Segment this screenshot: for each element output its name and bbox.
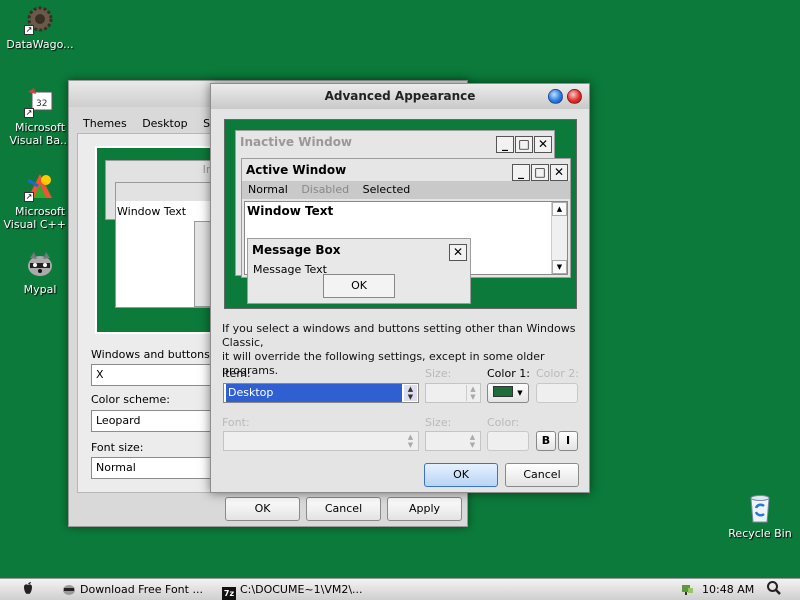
- dialog-title: Advanced Appearance: [211, 84, 589, 109]
- message-box-ok-button[interactable]: OK: [323, 274, 395, 298]
- close-icon: ✕: [534, 136, 552, 153]
- gear-icon: ↗: [24, 3, 56, 35]
- font-label: Font:: [222, 416, 250, 429]
- font-size-label: Font size:: [91, 441, 144, 454]
- 7zip-icon: 7z: [222, 587, 236, 600]
- font-color-label: Color:: [487, 416, 520, 429]
- updown-arrow-icon: ▲ ▼: [469, 433, 476, 449]
- scroll-down-icon[interactable]: ▼: [552, 260, 567, 274]
- raccoon-icon: [24, 248, 56, 280]
- preview-inactive-caption-buttons: _ □ ✕: [495, 133, 552, 155]
- bold-button[interactable]: B: [536, 431, 556, 451]
- apply-button[interactable]: Apply: [387, 497, 462, 521]
- ok-button[interactable]: OK: [424, 463, 498, 487]
- preview-menu-disabled[interactable]: Disabled: [301, 183, 349, 196]
- shortcut-arrow-icon: ↗: [24, 25, 34, 35]
- font-select[interactable]: ▲ ▼: [223, 431, 419, 451]
- font-color-picker-button[interactable]: [487, 431, 529, 451]
- color1-swatch: [493, 386, 514, 397]
- scroll-up-icon[interactable]: ▲: [552, 202, 567, 216]
- item-label: Item:: [222, 367, 251, 380]
- italic-button[interactable]: I: [558, 431, 578, 451]
- item-select[interactable]: Desktop ▲ ▼: [223, 383, 419, 403]
- settings-note-line: If you select a windows and buttons sett…: [222, 322, 576, 349]
- taskbar-item-browser[interactable]: Download Free Font ...: [62, 579, 203, 600]
- desktop-icon-datawagon[interactable]: ↗ DataWago...: [0, 3, 80, 51]
- close-button-icon[interactable]: [567, 89, 582, 104]
- color2-picker-button[interactable]: [536, 383, 578, 403]
- close-icon: ✕: [550, 164, 568, 181]
- minimize-icon: _: [512, 164, 530, 181]
- font-size-select[interactable]: Normal: [91, 457, 221, 479]
- apple-logo-icon: [24, 582, 32, 594]
- recycle-bin-icon: [744, 492, 776, 524]
- help-button-icon[interactable]: [548, 89, 563, 104]
- preview-message-box[interactable]: Message Box ✕ Message Text OK: [247, 238, 471, 304]
- item-select-value: Desktop: [226, 384, 402, 402]
- updown-arrow-icon: ▲ ▼: [404, 385, 417, 401]
- visual-basic-icon: 32 ↗: [24, 86, 56, 118]
- close-icon: ✕: [449, 244, 467, 261]
- font-size-select[interactable]: ▲ ▼: [425, 431, 481, 451]
- taskbar-item-7zip[interactable]: 7z C:\DOCUME~1\VM2\...: [222, 579, 363, 600]
- ok-button[interactable]: OK: [225, 497, 300, 521]
- size-label: Size:: [425, 367, 452, 380]
- minimize-icon: _: [496, 136, 514, 153]
- message-box-titlebar: Message Box ✕: [248, 239, 470, 261]
- windows-and-buttons-select[interactable]: X: [91, 364, 221, 386]
- shortcut-arrow-icon: ↗: [24, 192, 34, 202]
- tab-desktop[interactable]: Desktop: [136, 115, 193, 132]
- taskbar-item-label: C:\DOCUME~1\VM2\...: [240, 583, 363, 596]
- preview-active-caption-buttons: _ □ ✕: [511, 161, 568, 183]
- desktop-icon-recycle-bin[interactable]: Recycle Bin: [720, 492, 800, 540]
- taskbar-item-label: Download Free Font ...: [80, 583, 203, 596]
- preview-window-text: Window Text: [247, 204, 334, 218]
- maximize-icon: □: [531, 164, 549, 181]
- preview-inactive-title: Inactive Window: [240, 135, 353, 149]
- svg-text:32: 32: [36, 99, 47, 109]
- color1-label: Color 1:: [487, 367, 530, 380]
- preview-menu-selected[interactable]: Selected: [363, 183, 411, 196]
- preview-scrollbar[interactable]: ▲ ▼: [551, 202, 567, 274]
- shortcut-arrow-icon: ↗: [24, 108, 34, 118]
- start-button[interactable]: [20, 579, 40, 600]
- dialog-title-text: Advanced Appearance: [324, 89, 476, 103]
- windows-and-buttons-label: Windows and buttons:: [91, 348, 214, 361]
- color-scheme-label: Color scheme:: [91, 393, 170, 406]
- color2-label: Color 2:: [536, 367, 579, 380]
- updown-arrow-icon: ▲ ▼: [407, 433, 414, 449]
- maximize-icon: □: [515, 136, 533, 153]
- appearance-preview[interactable]: Inactive Window _ □ ✕ Active Window _ □ ✕ No…: [224, 119, 577, 309]
- preview-active-titlebar: Active Window _ □ ✕: [242, 159, 570, 181]
- desktop-icon-label: Recycle Bin: [728, 527, 792, 540]
- font-size-label: Size:: [425, 416, 452, 429]
- visual-cpp-icon: ↗: [24, 170, 56, 202]
- message-box-title: Message Box: [252, 243, 341, 257]
- desktop-icon-label: DataWago...: [6, 38, 74, 51]
- color-scheme-select[interactable]: Leopard: [91, 410, 221, 432]
- clock[interactable]: 10:48 AM: [702, 579, 754, 600]
- preview-inactive-titlebar: Inactive Window _ □ ✕: [236, 131, 554, 153]
- advanced-appearance-dialog[interactable]: Advanced Appearance Inactive Window _ □ ✕ …: [210, 83, 590, 493]
- color1-picker-button[interactable]: ▼: [487, 383, 529, 403]
- cancel-button[interactable]: Cancel: [306, 497, 381, 521]
- taskbar: Download Free Font ... 7z C:\DOCUME~1\VM2…: [0, 578, 800, 600]
- preview-active-title: Active Window: [246, 163, 347, 177]
- size-spinner[interactable]: ▲ ▼: [425, 383, 481, 403]
- search-icon[interactable]: [766, 579, 782, 600]
- message-box-caption-buttons: ✕: [448, 241, 467, 263]
- raccoon-icon: [62, 582, 76, 596]
- preview-menu-bar: Normal Disabled Selected: [242, 181, 570, 199]
- tray-network-icon[interactable]: [680, 579, 694, 600]
- spinner-arrows-icon: ▲ ▼: [466, 385, 479, 401]
- tab-themes[interactable]: Themes: [77, 115, 133, 132]
- preview-menu-normal[interactable]: Normal: [248, 183, 288, 196]
- chevron-down-icon: ▼: [517, 389, 523, 397]
- cancel-button[interactable]: Cancel: [505, 463, 579, 487]
